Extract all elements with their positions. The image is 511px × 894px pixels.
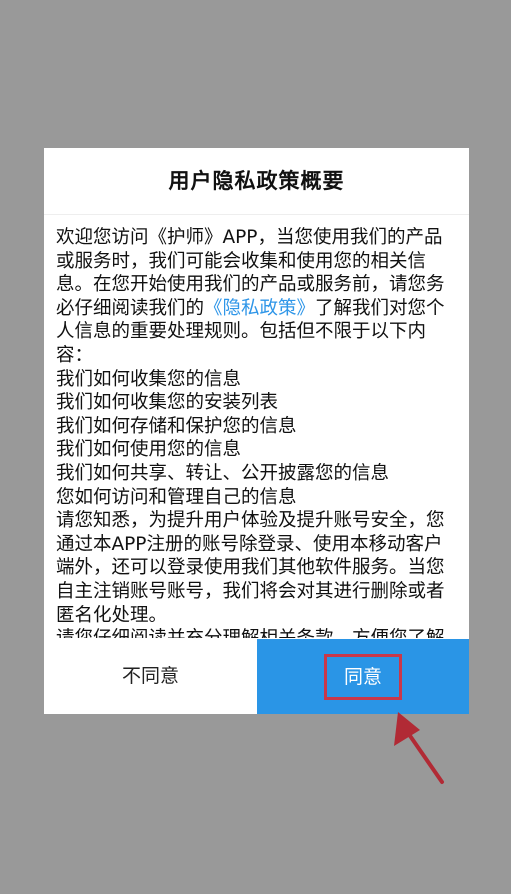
privacy-policy-dialog: 用户隐私政策概要 欢迎您访问《护师》APP，当您使用我们的产品或服务时，我们可能… [44, 148, 469, 714]
list-item: 我们如何使用您的信息 [56, 439, 242, 461]
dialog-body[interactable]: 欢迎您访问《护师》APP，当您使用我们的产品或服务时，我们可能会收集和使用您的相… [56, 226, 451, 638]
privacy-policy-link[interactable]: 《隐私政策》 [204, 298, 315, 319]
list-item: 我们如何存储和保护您的信息 [56, 415, 297, 437]
list-item: 我们如何收集您的信息 [56, 368, 242, 390]
dialog-title: 用户隐私政策概要 [168, 169, 345, 193]
list-item: 我们如何共享、转让、公开披露您的信息 [56, 462, 390, 484]
disagree-button[interactable]: 不同意 [44, 639, 257, 714]
notice-paragraph: 请您知悉，为提升用户体验及提升账号安全，您通过本APP注册的账号除登录、使用本移… [56, 510, 445, 626]
title-divider [44, 214, 469, 215]
agree-button-label[interactable]: 同意 [324, 654, 402, 700]
intro-paragraph: 欢迎您访问《护师》APP，当您使用我们的产品或服务时，我们可能会收集和使用您的相… [56, 226, 451, 368]
list-item: 我们如何收集您的安装列表 [56, 392, 279, 414]
list-item: 您如何访问和管理自己的信息 [56, 486, 297, 508]
closing-paragraph: 请您仔细阅读并充分理解相关条款，方便您了解自己的权利和义务 [56, 627, 451, 638]
annotation-arrow-icon [394, 712, 444, 784]
